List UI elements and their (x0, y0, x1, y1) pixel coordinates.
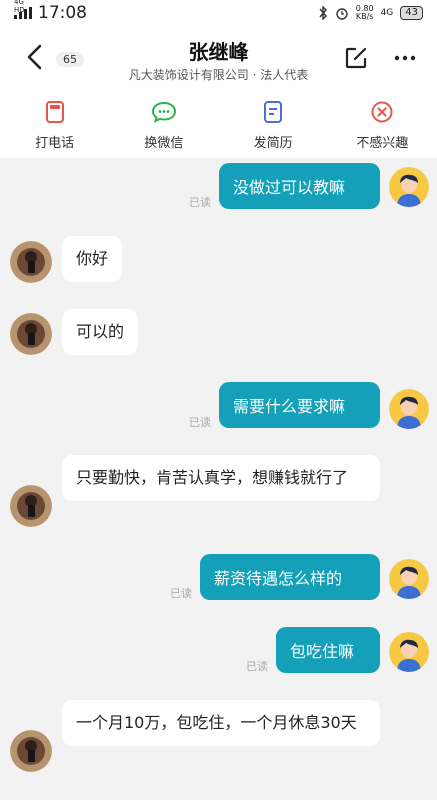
not-interested-icon (368, 98, 396, 126)
contact-avatar[interactable] (10, 313, 52, 355)
message-bubble-received[interactable]: 可以的 (62, 309, 139, 355)
read-status: 已读 (189, 196, 211, 209)
my-avatar[interactable] (389, 559, 429, 599)
phone-icon (41, 98, 69, 126)
contact-avatar[interactable] (10, 485, 52, 527)
resume-icon (259, 98, 287, 126)
contact-name: 张继峰 (188, 40, 249, 64)
contact-avatar[interactable] (10, 730, 52, 772)
message-bubble-received[interactable]: 你好 (62, 236, 123, 282)
bluetooth-icon (319, 6, 327, 20)
chat-header: 65 张继峰 凡大装饰设计有限公司 · 法人代表 (0, 26, 437, 90)
status-left: 4G HD 17:08 (14, 0, 87, 23)
signal-icon: 4G HD (14, 0, 32, 19)
edit-icon[interactable] (344, 46, 368, 70)
speed-unit: KB/s (355, 12, 374, 21)
message-list[interactable]: 已读 没做过可以教嘛 你好 可以的 已读 需要什么要求嘛 只要勤快，肯苦认真学，… (0, 158, 437, 800)
status-right: 0.80 KB/s 4G 43 (318, 5, 423, 21)
action-bar: 打电话 换微信 发简历 不感兴趣 (0, 90, 437, 158)
call-label: 打电话 (35, 136, 75, 151)
send-resume-label: 发简历 (253, 136, 293, 151)
exchange-wechat-label: 换微信 (144, 136, 184, 151)
send-resume-button[interactable]: 发简历 (219, 90, 328, 158)
message-bubble-sent[interactable]: 薪资待遇怎么样的 (200, 554, 380, 600)
not-interested-label: 不感兴趣 (356, 136, 409, 151)
clock: 17:08 (38, 3, 87, 23)
message-bubble-received[interactable]: 只要勤快，肯苦认真学，想赚钱就行了 (62, 455, 380, 501)
net-type: 4G (380, 8, 394, 18)
battery-icon: 43 (400, 6, 423, 20)
call-button[interactable]: 打电话 (0, 90, 109, 158)
my-avatar[interactable] (389, 167, 429, 207)
exchange-wechat-button[interactable]: 换微信 (109, 90, 218, 158)
read-status: 已读 (246, 660, 268, 673)
alarm-icon (336, 8, 348, 20)
status-bar: 4G HD 17:08 0.80 KB/s 4G 43 (0, 0, 437, 26)
network-label: 4G HD (14, 0, 25, 14)
my-avatar[interactable] (389, 389, 429, 429)
wechat-icon (150, 98, 178, 126)
message-bubble-received[interactable]: 一个月10万，包吃住，一个月休息30天 (62, 700, 380, 746)
network-speed: 0.80 KB/s (356, 5, 374, 21)
my-avatar[interactable] (389, 632, 429, 672)
read-status: 已读 (170, 587, 192, 600)
more-icon[interactable] (392, 46, 418, 70)
contact-subtitle: 凡大装饰设计有限公司 · 法人代表 (128, 68, 309, 82)
message-bubble-sent[interactable]: 没做过可以教嘛 (219, 163, 380, 209)
message-bubble-sent[interactable]: 需要什么要求嘛 (219, 382, 380, 428)
not-interested-button[interactable]: 不感兴趣 (328, 90, 437, 158)
message-bubble-sent[interactable]: 包吃住嘛 (276, 627, 380, 673)
contact-avatar[interactable] (10, 241, 52, 283)
read-status: 已读 (189, 416, 211, 429)
